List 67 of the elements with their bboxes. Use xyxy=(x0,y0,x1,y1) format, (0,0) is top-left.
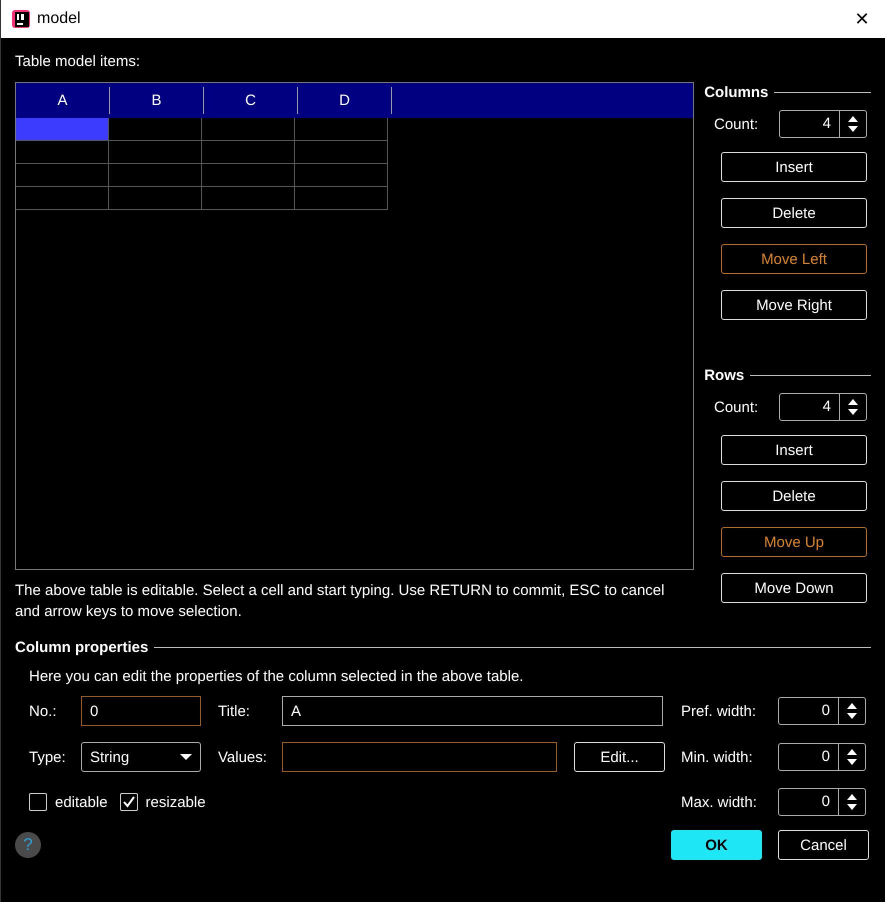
table-cell[interactable] xyxy=(295,164,388,187)
number-spinner[interactable]: 4 xyxy=(779,110,867,138)
text-field[interactable] xyxy=(282,742,557,772)
up-down-icon xyxy=(846,793,858,811)
field-label: Max. width: xyxy=(681,794,758,810)
checkbox[interactable] xyxy=(29,793,47,811)
data-table[interactable]: A B C D xyxy=(15,82,694,570)
table-cell[interactable] xyxy=(109,187,202,210)
section-title: Rows xyxy=(704,366,744,384)
checkbox-label: resizable xyxy=(146,794,206,810)
dialog-button[interactable]: OK xyxy=(671,830,762,860)
field-label: No.: xyxy=(29,702,58,720)
column-header[interactable]: D xyxy=(298,87,392,114)
count-label: Count: xyxy=(714,398,758,416)
edit-button[interactable]: Edit... xyxy=(574,742,665,772)
action-button[interactable]: Insert xyxy=(721,435,867,465)
column-header[interactable]: A xyxy=(16,87,110,114)
app-icon xyxy=(11,9,31,29)
hint-text: The above table is editable. Select a cell and start typing. Use RETURN to commit, ESC to cancel and arrow keys to move selection. xyxy=(15,581,666,622)
window-title: model xyxy=(37,10,81,28)
up-down-icon xyxy=(847,115,859,133)
up-down-icon xyxy=(847,398,859,416)
table-cell[interactable] xyxy=(16,118,109,141)
table-cell[interactable] xyxy=(202,164,295,187)
action-button[interactable]: Move Down xyxy=(721,573,867,603)
table-cell[interactable] xyxy=(295,187,388,210)
number-spinner[interactable]: 0 xyxy=(778,743,866,771)
action-button[interactable]: Move Right xyxy=(721,290,867,320)
count-label: Count: xyxy=(714,116,758,132)
section-title: Column properties xyxy=(15,638,148,656)
check-icon xyxy=(122,796,135,808)
caret-icon xyxy=(180,753,192,761)
action-button[interactable]: Delete xyxy=(721,198,867,228)
table-cell[interactable] xyxy=(109,118,202,141)
section-title: Columns xyxy=(704,84,768,100)
text-field[interactable]: A xyxy=(282,696,663,726)
field-label: Title: xyxy=(218,702,251,720)
number-spinner[interactable]: 4 xyxy=(779,393,867,421)
action-button[interactable]: Insert xyxy=(721,152,867,182)
field-label: Type: xyxy=(29,748,67,766)
field-label: Pref. width: xyxy=(681,702,758,720)
number-spinner[interactable]: 0 xyxy=(778,697,866,725)
table-cell[interactable] xyxy=(16,164,109,187)
checkbox-label: editable xyxy=(55,794,108,810)
table-cell[interactable] xyxy=(202,187,295,210)
table-cell[interactable] xyxy=(109,164,202,187)
table-label: Table model items: xyxy=(15,53,142,72)
field-label: Min. width: xyxy=(681,748,754,766)
up-down-icon xyxy=(846,702,858,720)
table-cell[interactable] xyxy=(295,141,388,164)
type-dropdown[interactable]: String xyxy=(81,742,201,772)
description-text: Here you can edit the properties of the column selected in the above table. xyxy=(29,667,524,687)
table-cell[interactable] xyxy=(16,141,109,164)
checkbox[interactable] xyxy=(120,793,138,811)
column-header[interactable]: C xyxy=(204,87,298,114)
table-cell[interactable] xyxy=(202,141,295,164)
table-cell[interactable] xyxy=(109,141,202,164)
action-button[interactable]: Delete xyxy=(721,481,867,511)
number-spinner[interactable]: 0 xyxy=(778,788,866,816)
table-cell[interactable] xyxy=(16,187,109,210)
table-cell[interactable] xyxy=(202,118,295,141)
field-label: Values: xyxy=(218,748,268,766)
up-down-icon xyxy=(846,748,858,766)
column-header[interactable]: B xyxy=(110,87,204,114)
text-field[interactable]: 0 xyxy=(81,696,201,726)
table-cell[interactable] xyxy=(295,118,388,141)
dialog-button[interactable]: Cancel xyxy=(778,830,869,860)
